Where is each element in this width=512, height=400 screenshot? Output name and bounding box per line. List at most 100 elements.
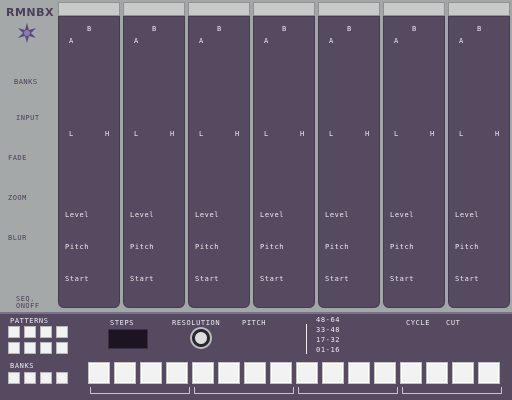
steps-display [108, 329, 148, 349]
purple-star-icon [18, 23, 36, 43]
step-button[interactable] [244, 362, 266, 384]
strip-header[interactable] [58, 2, 120, 16]
pattern-button[interactable] [24, 326, 36, 338]
strip-label-h: H [235, 130, 240, 138]
step-group-bracket [402, 387, 502, 394]
channel-strip-5: B A L H Level Pitch Start [318, 0, 380, 310]
strip-label-start: Start [325, 275, 350, 283]
strip-label-level: Level [390, 211, 415, 219]
strip-label-start: Start [455, 275, 480, 283]
bank-button[interactable] [56, 372, 68, 384]
strip-label-a: A [329, 37, 334, 45]
step-button[interactable] [348, 362, 370, 384]
strip-label-l: L [459, 130, 464, 138]
app-title: RMNBX [6, 6, 54, 19]
strip-label-b: B [477, 25, 482, 33]
channel-strip-2: B A L H Level Pitch Start [123, 0, 185, 310]
strip-label-b: B [87, 25, 92, 33]
strip-label-h: H [170, 130, 175, 138]
patterns-label: PATTERNS [10, 317, 49, 325]
pattern-button[interactable] [8, 326, 20, 338]
strip-label-b: B [152, 25, 157, 33]
step-button[interactable] [270, 362, 292, 384]
range-48-64[interactable]: 48-64 [316, 316, 340, 324]
step-button[interactable] [114, 362, 136, 384]
step-button[interactable] [296, 362, 318, 384]
strip-label-pitch: Pitch [65, 243, 90, 251]
strip-header[interactable] [448, 2, 510, 16]
step-button[interactable] [322, 362, 344, 384]
strip-label-a: A [134, 37, 139, 45]
strip-header[interactable] [253, 2, 315, 16]
step-group-bracket [298, 387, 398, 394]
strip-label-h: H [105, 130, 110, 138]
strip-header[interactable] [383, 2, 445, 16]
strip-label-l: L [264, 130, 269, 138]
bank-button[interactable] [40, 372, 52, 384]
step-button[interactable] [166, 362, 188, 384]
pattern-button[interactable] [40, 326, 52, 338]
resolution-label: RESOLUTION [172, 319, 221, 327]
strip-label-l: L [394, 130, 399, 138]
channel-strip-3: B A L H Level Pitch Start [188, 0, 250, 310]
strip-body: B A L H Level Pitch Start [318, 16, 380, 308]
range-33-48[interactable]: 33-48 [316, 326, 340, 334]
range-17-32[interactable]: 17-32 [316, 336, 340, 344]
range-01-16[interactable]: 01-16 [316, 346, 340, 354]
strip-label-b: B [412, 25, 417, 33]
strip-label-pitch: Pitch [260, 243, 285, 251]
channel-strip-6: B A L H Level Pitch Start [383, 0, 445, 310]
strip-label-pitch: Pitch [325, 243, 350, 251]
strip-label-a: A [394, 37, 399, 45]
strip-label-level: Level [260, 211, 285, 219]
pitch-label: PITCH [242, 319, 267, 327]
strip-body: B A L H Level Pitch Start [253, 16, 315, 308]
pattern-button[interactable] [24, 342, 36, 354]
range-divider [306, 324, 307, 354]
strip-header[interactable] [318, 2, 380, 16]
strip-label-pitch: Pitch [390, 243, 415, 251]
strip-label-b: B [347, 25, 352, 33]
step-button[interactable] [140, 362, 162, 384]
banks-label: BANKS [10, 362, 35, 370]
strip-label-a: A [199, 37, 204, 45]
strip-label-pitch: Pitch [130, 243, 155, 251]
step-button[interactable] [192, 362, 214, 384]
strip-label-pitch: Pitch [195, 243, 220, 251]
strip-label-a: A [459, 37, 464, 45]
strip-body: B A L H Level Pitch Start [58, 16, 120, 308]
strip-body: B A L H Level Pitch Start [383, 16, 445, 308]
strip-label-start: Start [130, 275, 155, 283]
channel-strip-7: B A L H Level Pitch Start [448, 0, 510, 310]
step-button[interactable] [374, 362, 396, 384]
pattern-button[interactable] [40, 342, 52, 354]
strip-header[interactable] [123, 2, 185, 16]
strip-label-pitch: Pitch [455, 243, 480, 251]
step-button[interactable] [426, 362, 448, 384]
bank-button[interactable] [24, 372, 36, 384]
steps-label: STEPS [110, 319, 135, 327]
strip-label-start: Start [65, 275, 90, 283]
pattern-button[interactable] [56, 326, 68, 338]
pattern-button[interactable] [8, 342, 20, 354]
divider [0, 312, 512, 314]
step-button[interactable] [478, 362, 500, 384]
strip-header[interactable] [188, 2, 250, 16]
strip-label-b: B [282, 25, 287, 33]
pattern-button[interactable] [56, 342, 68, 354]
strip-label-l: L [199, 130, 204, 138]
step-button[interactable] [218, 362, 240, 384]
resolution-knob[interactable] [190, 327, 212, 349]
app-window: RMNBX BANKS INPUT FADE ZOOM BLUR SEQ. ON… [0, 0, 512, 400]
step-button[interactable] [452, 362, 474, 384]
step-group-bracket [194, 387, 294, 394]
channel-strip-4: B A L H Level Pitch Start [253, 0, 315, 310]
strip-label-start: Start [390, 275, 415, 283]
strip-label-level: Level [455, 211, 480, 219]
strip-label-level: Level [65, 211, 90, 219]
strip-label-start: Start [260, 275, 285, 283]
strip-label-h: H [430, 130, 435, 138]
step-button[interactable] [400, 362, 422, 384]
step-button[interactable] [88, 362, 110, 384]
bank-button[interactable] [8, 372, 20, 384]
